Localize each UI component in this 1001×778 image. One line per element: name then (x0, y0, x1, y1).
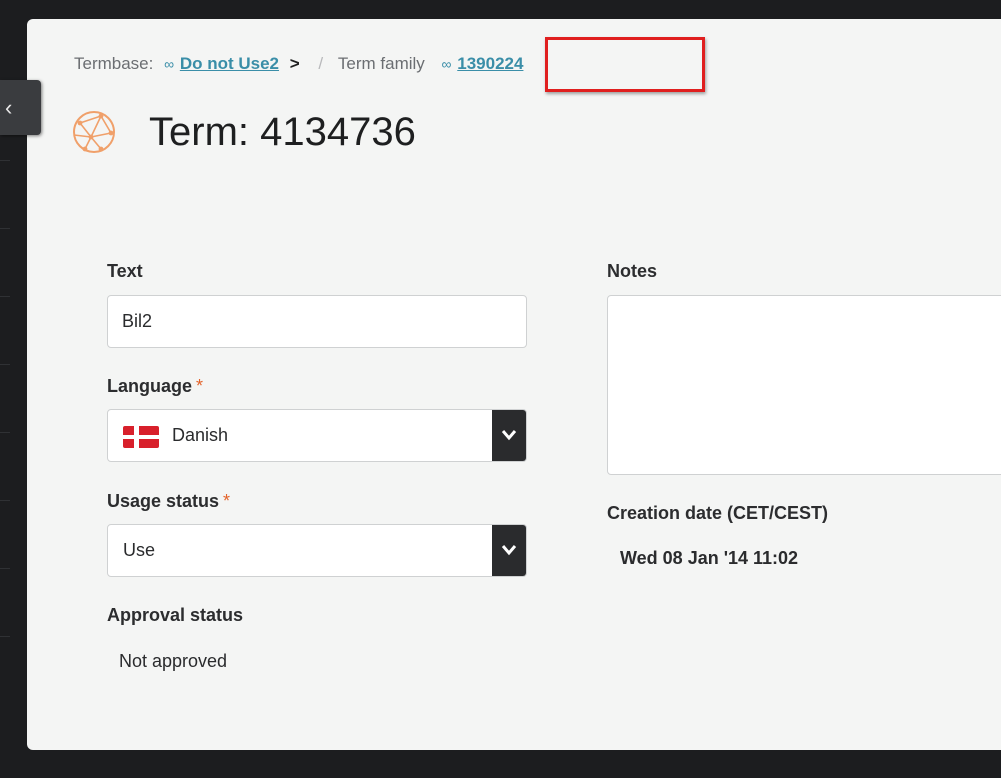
breadcrumb-family-label: Term family (337, 53, 425, 73)
language-label-text: Language (107, 376, 193, 396)
chevron-down-icon (501, 430, 517, 441)
sidebar-divider (0, 568, 10, 569)
language-select[interactable]: Danish (107, 409, 527, 462)
sidebar-divider (0, 636, 10, 637)
term-detail-panel: Termbase: ∞ Do not Use2 > / Term family … (27, 19, 1001, 750)
sidebar-divider (0, 364, 10, 365)
creation-date-value: Wed 08 Jan '14 11:02 (620, 548, 799, 568)
breadcrumb-arrow: > (289, 53, 300, 73)
breadcrumb-termbase-label: Termbase: (74, 53, 154, 73)
breadcrumb-separator: / (318, 53, 324, 73)
link-icon: ∞ (164, 55, 175, 72)
chevron-left-icon: ‹ (5, 95, 13, 120)
text-label: Text (107, 261, 143, 281)
link-icon: ∞ (441, 55, 452, 72)
breadcrumb: Termbase: ∞ Do not Use2 > / Term family … (74, 53, 523, 77)
sidebar-divider (0, 296, 10, 297)
sidebar-divider (0, 500, 10, 501)
notes-label: Notes (607, 261, 658, 281)
highlight-annotation (545, 37, 705, 92)
termbase-link[interactable]: Do not Use2 (180, 54, 279, 74)
creation-date-label: Creation date (CET/CEST) (607, 503, 829, 523)
language-label: Language * (107, 376, 203, 397)
required-marker: * (223, 491, 231, 511)
sidebar-divider (0, 432, 10, 433)
dropdown-toggle[interactable] (492, 525, 526, 576)
term-globe-icon (73, 111, 115, 153)
usage-status-label-text: Usage status (107, 491, 220, 511)
page-title: Term: 4134736 (149, 110, 416, 154)
usage-status-label: Usage status * (107, 491, 230, 512)
usage-status-select[interactable]: Use (107, 524, 527, 577)
sidebar-divider (0, 228, 10, 229)
required-marker: * (196, 376, 204, 396)
language-select-value: Danish (172, 425, 229, 445)
term-text-input[interactable] (107, 295, 527, 348)
term-family-link[interactable]: 1390224 (457, 54, 523, 74)
approval-status-label: Approval status (107, 605, 244, 625)
chevron-down-icon (501, 545, 517, 556)
usage-status-select-value: Use (123, 540, 156, 560)
sidebar-divider (0, 160, 10, 161)
notes-textarea[interactable] (607, 295, 1001, 475)
denmark-flag-icon (123, 426, 159, 448)
sidebar-collapse-button[interactable]: ‹ (0, 80, 41, 135)
window-top-strip (0, 0, 1001, 8)
approval-status-value: Not approved (119, 651, 228, 671)
dropdown-toggle[interactable] (492, 410, 526, 461)
